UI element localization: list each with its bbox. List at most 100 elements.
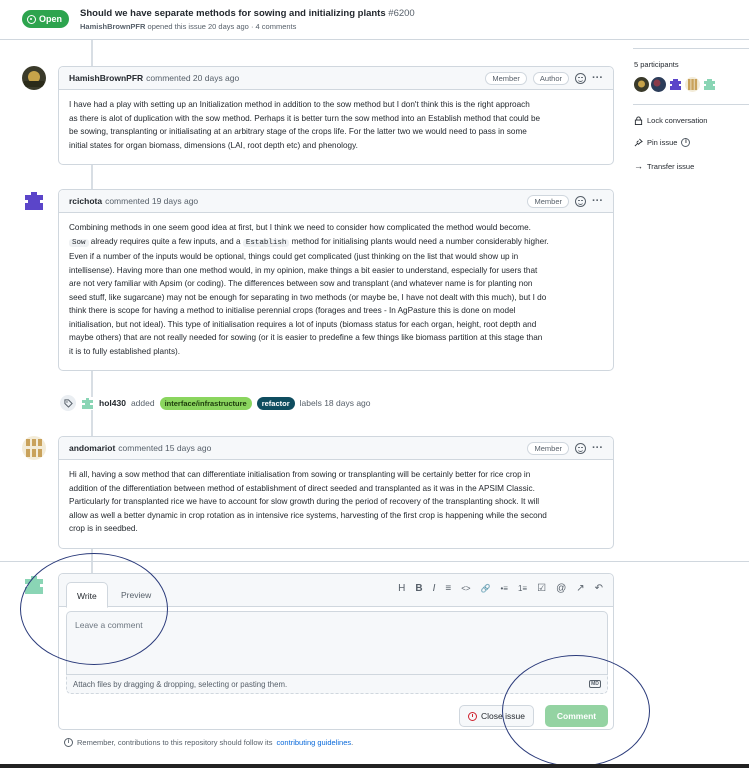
participants-heading: 5 participants [634, 60, 679, 69]
transfer-issue-button[interactable]: → Transfer issue [634, 161, 694, 171]
divider [0, 764, 749, 768]
issue-opened-icon [27, 14, 36, 24]
issue-title-text: Should we have separate methods for sowi… [80, 8, 386, 19]
heading-icon[interactable]: H [398, 583, 405, 594]
ordered-list-icon[interactable]: 1≡ [518, 584, 527, 593]
avatar[interactable] [22, 436, 46, 460]
status-label: Open [39, 14, 63, 24]
issue-number: #6200 [388, 8, 415, 19]
comment-line: initial states for organ biomass, dimens… [69, 140, 358, 150]
comment-header: rcichota commented 19 days ago Member ··… [59, 190, 613, 213]
task-list-icon[interactable]: ☑ [537, 583, 546, 594]
smiley-icon[interactable] [575, 196, 586, 207]
unordered-list-icon[interactable]: •≡ [501, 584, 508, 593]
comment-author[interactable]: HamishBrownPFR [69, 73, 143, 83]
mention-icon[interactable]: @ [556, 583, 566, 594]
issue-opener-link[interactable]: HamishBrownPFR [80, 22, 145, 31]
info-icon[interactable]: i [681, 138, 691, 147]
saved-reply-icon[interactable]: ↶ [595, 583, 603, 594]
bold-icon[interactable]: B [415, 583, 422, 594]
comment-line: crop is in seedbed. [69, 524, 138, 533]
avatar[interactable] [685, 77, 700, 92]
comment-header: andomariot commented 15 days ago Member … [59, 437, 613, 460]
comment-line: Sow already requires quite a few inputs,… [69, 235, 603, 251]
transfer-label: Transfer issue [647, 161, 695, 171]
event-actor[interactable]: hol430 [99, 398, 126, 408]
issue-meta: HamishBrownPFR opened this issue 20 days… [80, 22, 296, 31]
comment-body: Hi all, having a sow method that can dif… [59, 460, 613, 545]
info-icon: i [64, 738, 73, 747]
comment-box: andomariot commented 15 days ago Member … [58, 436, 614, 549]
contributing-guidelines-link[interactable]: contributing guidelines [277, 738, 352, 747]
divider [633, 48, 749, 49]
note-text: Remember, contributions to this reposito… [77, 738, 273, 747]
attach-text: Attach files by dragging & dropping, sel… [73, 680, 288, 689]
issue-meta-text: opened this issue 20 days ago · 4 commen… [147, 22, 297, 31]
comment-line: Combining methods in one seem good idea … [69, 223, 531, 232]
smiley-icon[interactable] [575, 73, 586, 84]
event-suffix: labels 18 days ago [299, 398, 371, 408]
comment-line: maybe others) that are not really needed… [69, 333, 543, 342]
kebab-menu-icon[interactable]: ··· [592, 196, 603, 207]
divider [633, 104, 749, 105]
link-icon[interactable]: 🔗 [481, 584, 491, 593]
avatar[interactable] [81, 396, 94, 410]
member-badge: Member [527, 195, 569, 208]
comment-line: Even if a number of the inputs would be … [69, 252, 519, 261]
quote-icon[interactable]: ≡ [445, 583, 451, 594]
label-refactor[interactable]: refactor [256, 396, 295, 410]
label-interface-infrastructure[interactable]: interface/infrastructure [159, 396, 252, 410]
comment-time[interactable]: commented 20 days ago [146, 73, 239, 83]
participant-avatars [634, 77, 717, 92]
comment-time[interactable]: commented 15 days ago [118, 443, 211, 453]
comment-box: rcichota commented 19 days ago Member ··… [58, 189, 614, 371]
editor-toolbar: H B I ≡ <> 🔗 •≡ 1≡ ☑ @ ↗ ↶ [398, 583, 603, 594]
comment-line: addition of the differentiation between … [69, 483, 535, 493]
arrow-right-icon: → [634, 161, 643, 171]
avatar[interactable] [634, 77, 649, 92]
annotation-circle [502, 655, 650, 767]
comment-line: Hi all, having a sow method that can dif… [69, 470, 531, 479]
comment-line: think there is scope for having a method… [69, 306, 516, 315]
comment-author[interactable]: andomariot [69, 443, 115, 453]
member-badge: Member [527, 442, 569, 455]
pin-icon [634, 138, 643, 147]
status-badge: Open [22, 10, 70, 28]
italic-icon[interactable]: I [433, 583, 436, 594]
tag-icon [60, 395, 76, 411]
comment-box: HamishBrownPFR commented 20 days ago Mem… [58, 66, 614, 165]
inline-code: Sow [69, 238, 89, 247]
pin-issue-button[interactable]: Pin issue i [634, 138, 691, 147]
code-icon[interactable]: <> [461, 584, 470, 593]
kebab-menu-icon[interactable]: ··· [592, 73, 603, 84]
annotation-circle [20, 553, 168, 665]
comment-body: Combining methods in one seem good idea … [59, 213, 613, 367]
inline-code: Establish [242, 238, 290, 247]
comment-line: I have had a play with setting up an Ini… [69, 100, 530, 109]
comment-line: seed stuff, like sugarcane) may not be e… [69, 292, 547, 302]
avatar[interactable] [702, 77, 717, 92]
comment-author[interactable]: rcichota [69, 196, 102, 206]
smiley-icon[interactable] [575, 443, 586, 454]
lock-conversation-button[interactable]: Lock conversation [634, 116, 707, 125]
avatar[interactable] [651, 77, 666, 92]
comment-line: allow as well a better dynamic in crop r… [69, 510, 547, 520]
lock-icon [634, 116, 643, 125]
comment-line: Particularly for transplanted rice we ha… [69, 497, 540, 506]
avatar[interactable] [22, 189, 46, 213]
pin-label: Pin issue [647, 138, 678, 147]
kebab-menu-icon[interactable]: ··· [592, 443, 603, 454]
contribution-note: i Remember, contributions to this reposi… [64, 738, 353, 747]
cross-reference-icon[interactable]: ↗ [576, 583, 584, 594]
author-badge: Author [532, 72, 569, 85]
page-title: Should we have separate methods for sowi… [80, 8, 415, 19]
comment-time[interactable]: commented 19 days ago [105, 196, 198, 206]
comment-line: initialisation, but not ideal). This typ… [69, 319, 537, 329]
avatar[interactable] [668, 77, 683, 92]
comment-line: be sowing, transplanting or initialisati… [69, 127, 527, 136]
comment-body: I have had a play with setting up an Ini… [59, 90, 613, 161]
issue-header: Open Should we have separate methods for… [0, 0, 749, 40]
member-badge: Member [485, 72, 527, 85]
avatar[interactable] [22, 66, 46, 90]
comment-line: are not very familiar with Apsim (or cod… [69, 279, 533, 288]
